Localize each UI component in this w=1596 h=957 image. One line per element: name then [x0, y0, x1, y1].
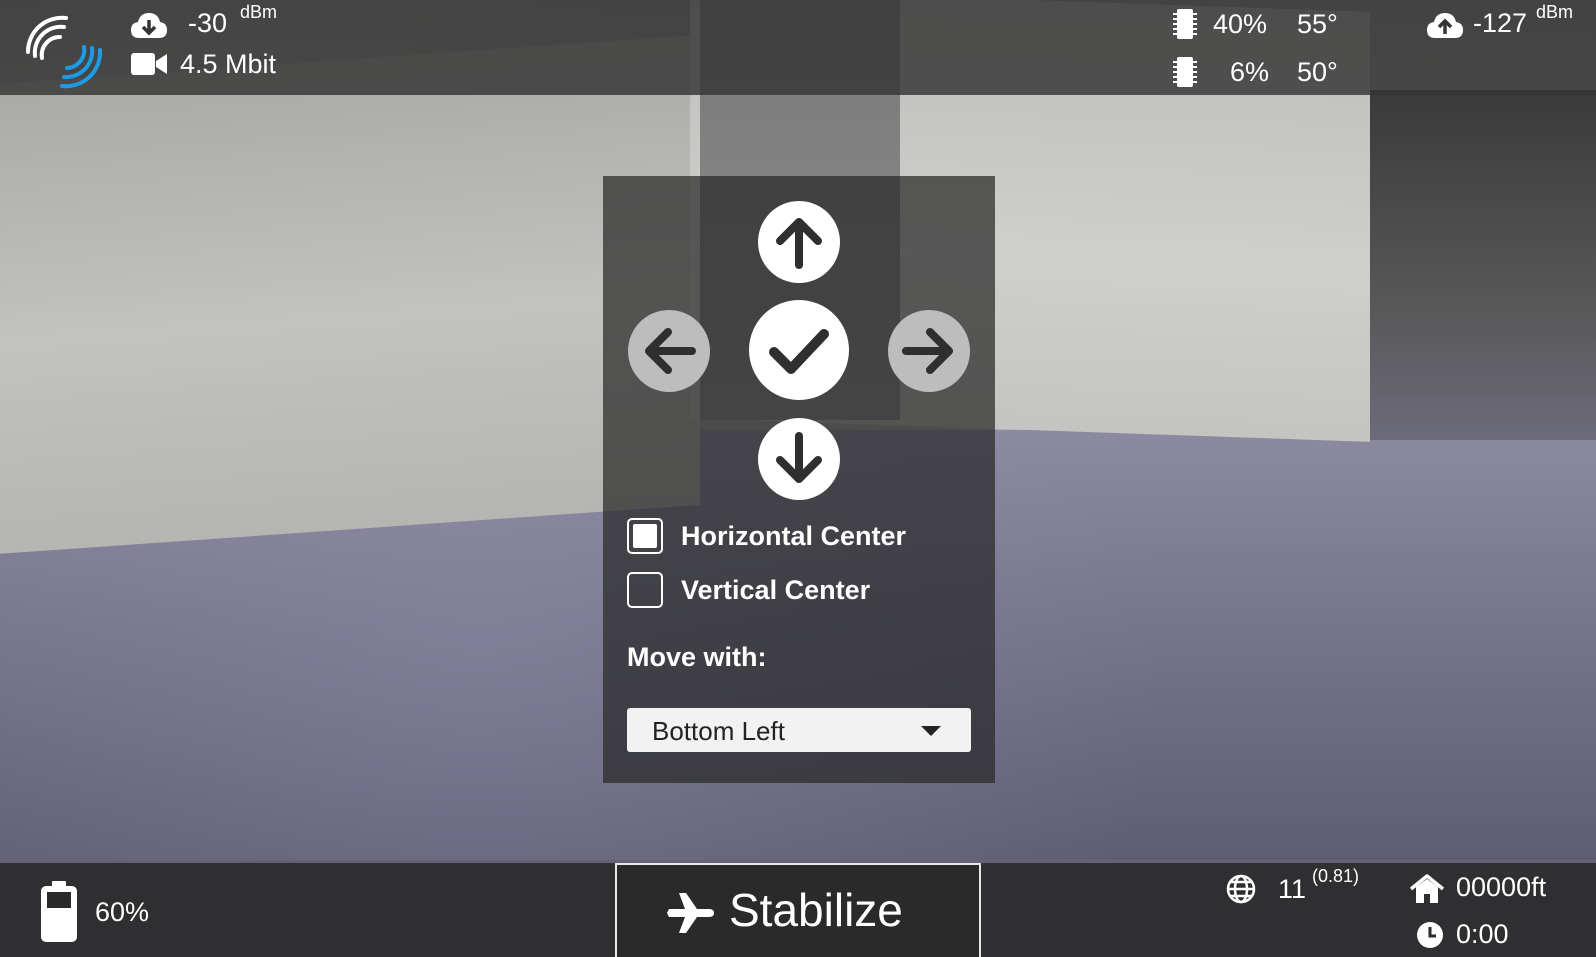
vertical-center-label: Vertical Center — [681, 574, 871, 605]
move-up-button[interactable] — [758, 201, 840, 283]
flight-time: 0:00 — [1456, 919, 1509, 949]
position-control-panel: Horizontal Center Vertical Center Move w… — [603, 176, 995, 783]
vertical-center-checkbox[interactable] — [627, 572, 663, 608]
horizontal-center-checkbox[interactable] — [627, 518, 663, 554]
arrow-left-icon — [628, 310, 710, 392]
cloud-download-icon — [131, 13, 167, 38]
downlink-signal-unit: dBm — [240, 2, 278, 22]
checkmark-icon — [749, 300, 849, 400]
battery-percent: 60% — [95, 897, 150, 927]
move-with-dropdown[interactable]: Bottom Left — [627, 708, 971, 752]
video-camera-icon — [131, 53, 167, 75]
arrow-down-icon — [758, 418, 840, 500]
flight-mode-label: Stabilize — [729, 884, 903, 936]
home-distance: 00000ft — [1456, 872, 1547, 902]
vertical-center-option[interactable]: Vertical Center — [627, 570, 870, 610]
airplane-icon — [667, 893, 714, 933]
memory-chip-icon — [1173, 9, 1197, 39]
arrow-right-icon — [888, 310, 970, 392]
move-down-button[interactable] — [758, 418, 840, 500]
chevron-down-icon — [921, 726, 941, 736]
confirm-button[interactable] — [749, 300, 849, 400]
video-feed-background-right — [1370, 90, 1596, 440]
battery-icon — [41, 881, 77, 942]
move-with-label: Move with: — [627, 642, 767, 672]
camera-view: -30 dBm 4.5 Mbit 40% 55° 6% 50° -127 dBm — [0, 0, 1596, 957]
flight-mode-button[interactable]: Stabilize — [615, 863, 981, 957]
video-feed-box-left — [0, 34, 700, 556]
video-bitrate-value: 4.5 Mbit — [180, 49, 277, 79]
move-right-button[interactable] — [888, 310, 970, 392]
gps-satellite-count: 11 — [1278, 874, 1307, 904]
globe-icon — [1226, 874, 1256, 904]
board1-percent: 40% — [1213, 9, 1268, 39]
board1-temperature: 55° — [1297, 9, 1338, 39]
top-status-bar: -30 dBm 4.5 Mbit 40% 55° 6% 50° -127 dBm — [0, 0, 1596, 95]
arrow-up-icon — [758, 201, 840, 283]
gps-hdop: (0.81) — [1312, 866, 1360, 886]
horizontal-center-label: Horizontal Center — [681, 520, 907, 551]
uplink-signal-unit: dBm — [1536, 2, 1574, 22]
uplink-signal-value: -127 — [1473, 8, 1528, 38]
memory-chip-icon — [1173, 57, 1197, 87]
board2-temperature: 50° — [1297, 57, 1338, 87]
move-with-selected-value: Bottom Left — [652, 716, 785, 746]
wifi-link-icon — [25, 15, 103, 89]
move-left-button[interactable] — [628, 310, 710, 392]
downlink-signal-value: -30 — [188, 8, 228, 38]
board2-percent: 6% — [1230, 57, 1270, 87]
home-icon — [1410, 874, 1444, 903]
clock-icon — [1417, 922, 1443, 948]
cloud-upload-icon — [1427, 13, 1463, 38]
horizontal-center-option[interactable]: Horizontal Center — [627, 516, 906, 556]
checkbox-checked-mark — [633, 524, 657, 548]
